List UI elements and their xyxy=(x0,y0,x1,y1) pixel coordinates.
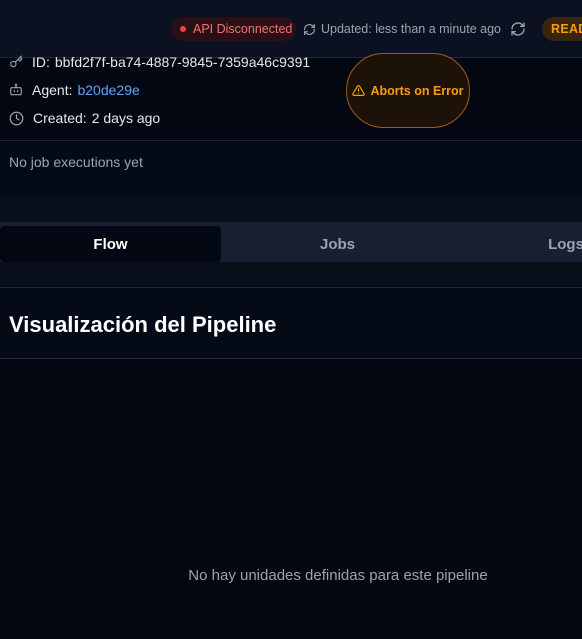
pipeline-visualization-title: Visualización del Pipeline xyxy=(9,312,277,337)
aborts-on-error-text: Aborts on Error xyxy=(370,83,464,98)
view-tabs: Flow Jobs Logs xyxy=(0,222,582,262)
agent-label: Agent: xyxy=(32,82,73,98)
pipeline-visualization-header: Visualización del Pipeline xyxy=(0,287,582,359)
app-root: API Disconnected Updated: less than a mi… xyxy=(0,0,582,639)
pipeline-empty-text: No hay unidades definidas para este pipe… xyxy=(188,567,488,584)
info-divider xyxy=(0,140,582,141)
no-executions-text: No job executions yet xyxy=(9,154,143,170)
job-id-value: bbfd2f7f-ba74-4887-9845-7359a46c9391 xyxy=(54,54,311,70)
pipeline-canvas: No hay unidades definidas para este pipe… xyxy=(0,360,582,639)
status-dot xyxy=(180,26,186,32)
created-label: Created: xyxy=(33,110,87,126)
clock-icon xyxy=(9,111,24,125)
status-bar: API Disconnected Updated: less than a mi… xyxy=(0,0,582,58)
created-row: Created: 2 days ago xyxy=(9,108,160,128)
last-updated: Updated: less than a minute ago xyxy=(303,17,501,41)
job-id-row: ID: bbfd2f7f-ba74-4887-9845-7359a46c9391 xyxy=(9,52,310,72)
job-id-label: ID: xyxy=(32,54,50,70)
sync-icon xyxy=(304,23,315,35)
api-status-badge: API Disconnected xyxy=(171,17,296,41)
aborts-on-error-badge: Aborts on Error xyxy=(346,53,470,128)
key-icon xyxy=(10,55,23,68)
tab-logs[interactable]: Logs xyxy=(454,226,582,262)
agent-row: Agent: b20de29e xyxy=(9,80,140,100)
job-info: ID: bbfd2f7f-ba74-4887-9845-7359a46c9391… xyxy=(0,54,582,140)
tab-jobs[interactable]: Jobs xyxy=(221,226,454,262)
ready-status-text: READY xyxy=(551,22,582,36)
last-updated-text: Updated: less than a minute ago xyxy=(321,22,501,36)
api-status-text: API Disconnected xyxy=(193,22,293,36)
warning-icon xyxy=(352,85,366,96)
refresh-button[interactable] xyxy=(506,17,530,41)
agent-link[interactable]: b20de29e xyxy=(77,82,139,98)
tab-spacer xyxy=(0,262,582,286)
bot-icon xyxy=(10,83,22,96)
tab-flow[interactable]: Flow xyxy=(0,226,221,262)
created-value: 2 days ago xyxy=(91,110,161,126)
section-spacer xyxy=(0,197,582,222)
refresh-icon xyxy=(511,22,525,36)
ready-status-badge: READY xyxy=(542,17,582,41)
